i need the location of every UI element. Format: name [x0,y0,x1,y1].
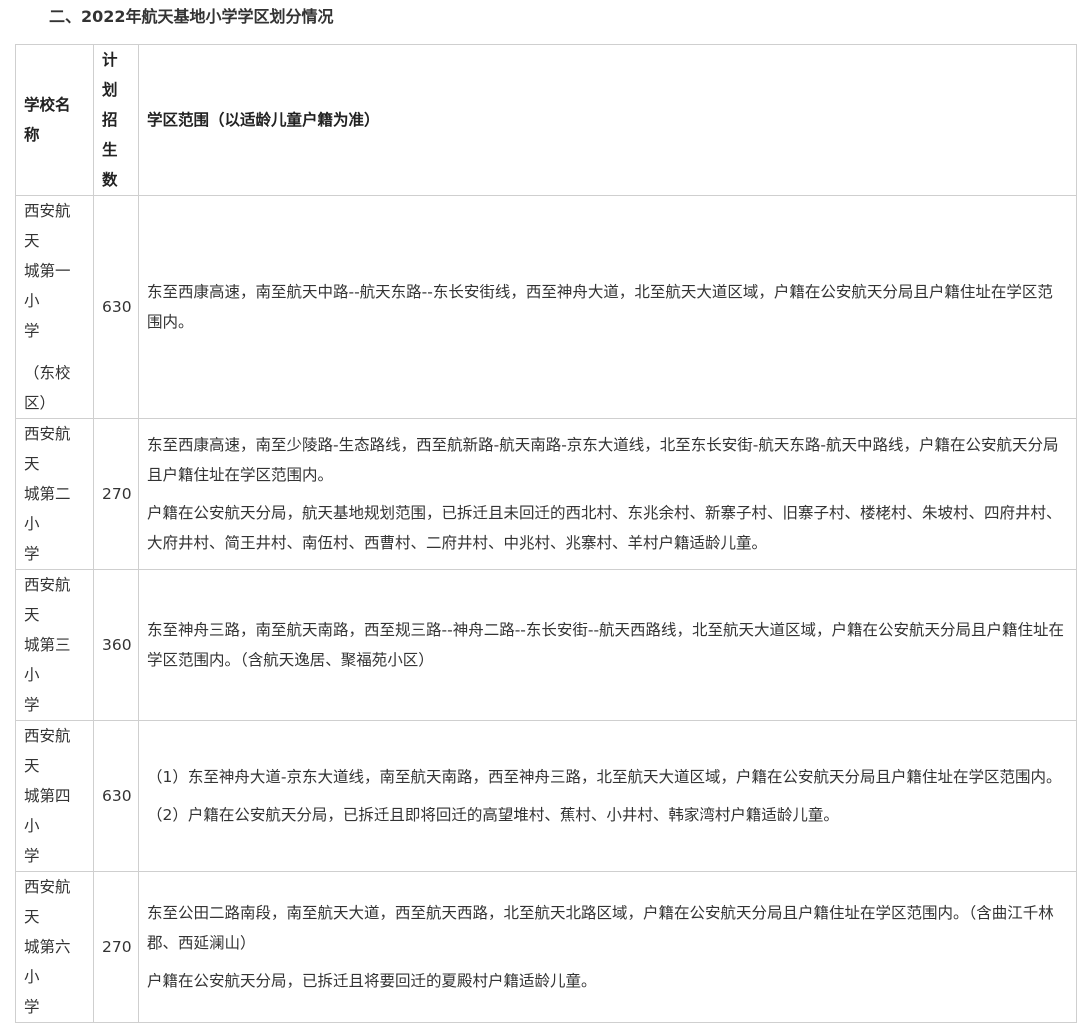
quota-cell: 270 [93,871,139,1023]
header-quota-line: 数 [102,171,118,189]
scope-paragraph: 户籍在公安航天分局，航天基地规划范围，已拆迁且未回迁的西北村、东兆余村、新寨子村… [147,504,1062,552]
school-name-line: 西安航天 [24,202,71,250]
school-campus-line: （东校 [24,364,71,382]
school-name-line: 学 [24,322,40,340]
school-name-line: 城第四小 [24,787,71,835]
quota-cell: 630 [93,195,139,419]
quota-cell: 630 [93,720,139,872]
school-campus-line: 区） [24,394,56,412]
school-name-cell: 西安航天 城第二小 学 [15,418,94,570]
school-name-line: 学 [24,847,40,865]
school-name-cell: 西安航天 城第一小 学 （东校 区） [15,195,94,419]
scope-paragraph: （2）户籍在公安航天分局，已拆迁且即将回迁的高望堆村、蕉村、小井村、韩家湾村户籍… [147,806,839,824]
scope-cell: 东至公田二路南段，南至航天大道，西至航天西路，北至航天北路区域，户籍在公安航天分… [138,871,1077,1023]
school-name-line: 西安航天 [24,878,71,926]
quota-cell: 360 [93,569,139,721]
scope-paragraph: 东至西康高速，南至航天中路--航天东路--东长安街线，西至神舟大道，北至航天大道… [147,283,1053,331]
school-name-line: 学 [24,545,40,563]
school-name-line: 学 [24,696,40,714]
scope-paragraph: （1）东至神舟大道-京东大道线，南至航天南路，西至神舟三路，北至航天大道区域，户… [147,768,1062,786]
table-row: 西安航天 城第六小 学 270 东至公田二路南段，南至航天大道，西至航天西路，北… [15,871,1077,1023]
table-row: 西安航天 城第二小 学 270 东至西康高速，南至少陵路-生态路线，西至航新路-… [15,418,1077,570]
school-name-line: 学 [24,998,40,1016]
header-quota-line: 计划 [102,51,118,99]
school-name-line: 西安航天 [24,425,71,473]
quota-cell: 270 [93,418,139,570]
school-name-line: 西安航天 [24,727,71,775]
school-name-line: 城第二小 [24,485,71,533]
school-name-cell: 西安航天 城第六小 学 [15,871,94,1023]
header-quota-line: 招生 [102,111,118,159]
school-name-cell: 西安航天 城第四小 学 [15,720,94,872]
scope-cell: 东至神舟三路，南至航天南路，西至规三路--神舟二路--东长安街--航天西路线，北… [138,569,1077,721]
page-title: 二、2022年航天基地小学学区划分情况 [49,7,334,26]
school-name-line: 城第一小 [24,262,71,310]
table-row: 西安航天 城第一小 学 （东校 区） 630 东至西康高速，南至航天中路--航天… [15,195,1077,419]
header-scope: 学区范围（以适龄儿童户籍为准） [138,44,1077,196]
school-district-table: 学校名称 计划 招生 数 学区范围（以适龄儿童户籍为准） 西安航天 城第一小 学… [15,44,1077,1023]
school-name-line: 城第三小 [24,636,71,684]
school-name-cell: 西安航天 城第三小 学 [15,569,94,721]
scope-paragraph: 东至公田二路南段，南至航天大道，西至航天西路，北至航天北路区域，户籍在公安航天分… [147,904,1054,952]
scope-paragraph: 户籍在公安航天分局，已拆迁且将要回迁的夏殿村户籍适龄儿童。 [147,972,597,990]
header-quota: 计划 招生 数 [93,44,139,196]
scope-cell: （1）东至神舟大道-京东大道线，南至航天南路，西至神舟三路，北至航天大道区域，户… [138,720,1077,872]
header-school-name: 学校名称 [15,44,94,196]
scope-paragraph: 东至神舟三路，南至航天南路，西至规三路--神舟二路--东长安街--航天西路线，北… [147,621,1065,669]
scope-cell: 东至西康高速，南至少陵路-生态路线，西至航新路-航天南路-京东大道线，北至东长安… [138,418,1077,570]
scope-paragraph: 东至西康高速，南至少陵路-生态路线，西至航新路-航天南路-京东大道线，北至东长安… [147,436,1059,484]
school-name-line: 城第六小 [24,938,71,986]
scope-cell: 东至西康高速，南至航天中路--航天东路--东长安街线，西至神舟大道，北至航天大道… [138,195,1077,419]
table-row: 西安航天 城第四小 学 630 （1）东至神舟大道-京东大道线，南至航天南路，西… [15,720,1077,872]
table-header-row: 学校名称 计划 招生 数 学区范围（以适龄儿童户籍为准） [15,44,1077,196]
school-name-line: 西安航天 [24,576,71,624]
table-row: 西安航天 城第三小 学 360 东至神舟三路，南至航天南路，西至规三路--神舟二… [15,569,1077,721]
